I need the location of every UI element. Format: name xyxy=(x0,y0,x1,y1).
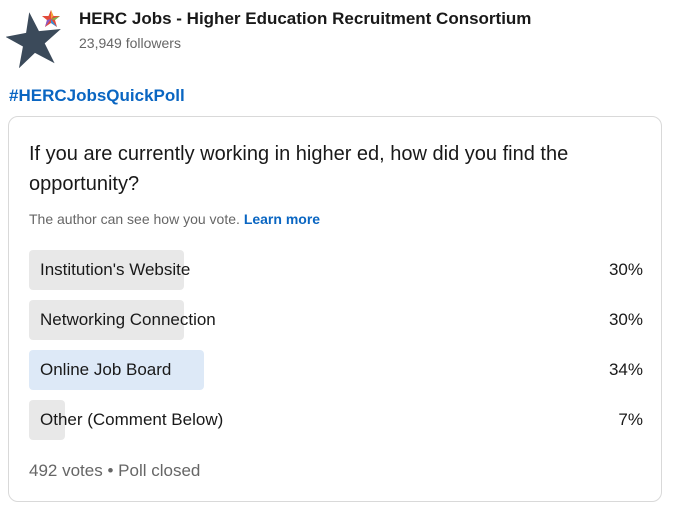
privacy-text: The author can see how you vote. xyxy=(29,211,240,227)
star-logo-icon[interactable] xyxy=(6,6,72,68)
poll-option-label: Networking Connection xyxy=(40,310,216,329)
poll-option-label: Other (Comment Below) xyxy=(40,410,224,429)
poll-option[interactable]: Other (Comment Below) 7% xyxy=(29,400,643,440)
poll-card: If you are currently working in higher e… xyxy=(8,116,662,502)
poll-option[interactable]: Online Job Board 34% xyxy=(29,350,643,390)
poll-option[interactable]: Networking Connection 30% xyxy=(29,300,643,340)
poll-status: Poll closed xyxy=(118,461,201,480)
poll-option-percent: 7% xyxy=(618,410,643,429)
poll-question: If you are currently working in higher e… xyxy=(29,143,569,195)
poll-option-percent: 30% xyxy=(608,310,643,329)
poll-option[interactable]: Institution's Website 30% xyxy=(29,250,643,290)
poll-privacy-notice: The author can see how you vote. Learn m… xyxy=(29,211,320,227)
learn-more-link[interactable]: Learn more xyxy=(244,211,320,227)
post-header: HERC Jobs - Higher Education Recruitment… xyxy=(0,0,681,72)
org-name[interactable]: HERC Jobs - Higher Education Recruitment… xyxy=(79,9,531,29)
poll-option-label: Online Job Board xyxy=(40,360,172,379)
follower-count: 23,949 followers xyxy=(79,35,181,51)
hashtag-link[interactable]: #HERCJobsQuickPoll xyxy=(9,86,185,106)
poll-footer: 492 votes • Poll closed xyxy=(29,461,200,481)
poll-option-label: Institution's Website xyxy=(40,260,191,279)
separator-dot: • xyxy=(107,461,114,480)
poll-option-percent: 34% xyxy=(608,360,643,379)
vote-count: 492 votes xyxy=(29,461,103,480)
poll-option-percent: 30% xyxy=(608,260,643,279)
